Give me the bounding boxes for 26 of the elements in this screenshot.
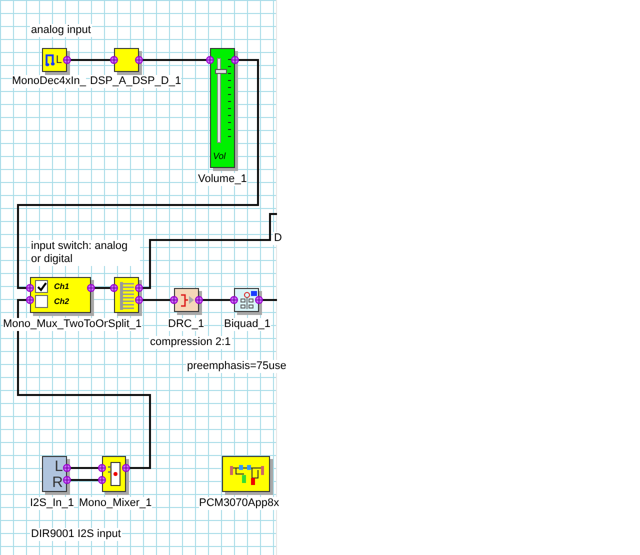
block-label: Mono_Mux_TwoToOn (3, 318, 110, 331)
volume-caption: Vol (213, 152, 226, 161)
block-label: Split_1 (108, 318, 142, 331)
block-label: Volume_1 (198, 173, 247, 186)
block-label: DRC_1 (168, 318, 204, 331)
annotation-text: D (273, 232, 283, 245)
channel-letter: L (54, 459, 63, 475)
channel-letter: R (52, 475, 63, 491)
channel-letter: L (56, 54, 62, 66)
block-label: Mono_Mixer_1 (79, 497, 152, 510)
annotation-text: analog input (30, 24, 92, 37)
block-label: DSP_A_DSP_D_1 (90, 75, 182, 88)
annotation-text: input switch: analog or digital (30, 240, 140, 266)
processing-block[interactable]: L (42, 48, 67, 72)
block-label: PCM3070App8x (199, 497, 280, 510)
annotation-text: DIR9001 I2S input (30, 528, 122, 541)
channel-label: Ch2 (54, 298, 70, 306)
annotation-text: preemphasis=75use (186, 360, 286, 373)
channel-label: Ch1 (54, 282, 70, 290)
block-label: Biquad_1 (224, 318, 270, 331)
processing-block[interactable]: Ch1 Ch2 (30, 277, 91, 313)
processing-block[interactable]: L R (42, 456, 67, 492)
annotation-text: compression 2:1 (149, 336, 232, 349)
block-label: I2S_In_1 (30, 497, 74, 510)
block-label: MonoDec4xIn_ (12, 75, 86, 88)
processing-block[interactable]: Vol (210, 48, 235, 168)
